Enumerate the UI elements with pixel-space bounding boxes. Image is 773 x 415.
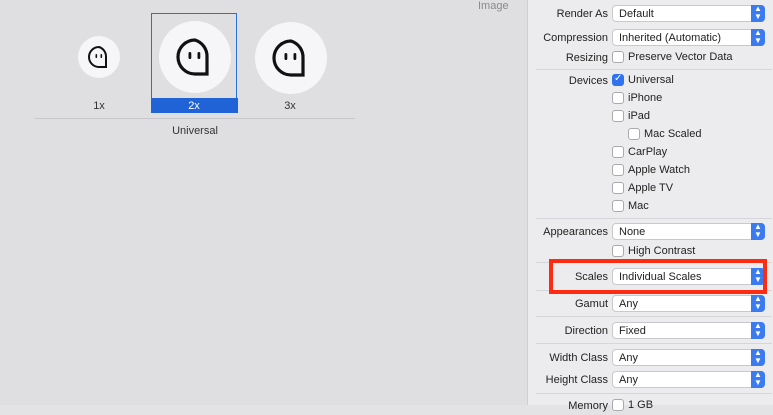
- up-down-chevron-icon: ▲ ▼: [751, 29, 765, 46]
- appearances-label: Appearances: [543, 226, 608, 238]
- direction-value: Fixed: [619, 325, 646, 337]
- attributes-inspector: Render As Default ▲ ▼ Compression Inherit…: [527, 0, 773, 412]
- device-label: Mac: [628, 200, 649, 212]
- render-as-row: Render As Default ▲ ▼: [528, 5, 773, 23]
- speech-bubble-face-icon: [88, 45, 107, 68]
- width-class-popup[interactable]: Any ▲ ▼: [612, 349, 765, 366]
- up-down-chevron-icon: ▲ ▼: [751, 371, 765, 388]
- compression-label: Compression: [543, 32, 608, 44]
- up-down-chevron-icon: ▲ ▼: [751, 223, 765, 240]
- height-class-value: Any: [619, 374, 638, 386]
- gamut-value: Any: [619, 298, 638, 310]
- section-divider: [536, 69, 772, 70]
- checkbox-box: [612, 164, 624, 176]
- devices-label: Devices: [568, 75, 608, 87]
- compression-value: Inherited (Automatic): [619, 32, 722, 44]
- render-as-value: Default: [619, 8, 654, 20]
- up-down-chevron-icon: ▲ ▼: [751, 349, 765, 366]
- image-set-caption: Universal: [172, 125, 218, 137]
- render-as-label: Render As: [556, 8, 608, 20]
- high-contrast-label: High Contrast: [628, 245, 696, 257]
- appearances-row: Appearances None ▲ ▼: [528, 223, 773, 241]
- checkbox-box: [612, 245, 624, 257]
- device-label: Universal: [628, 74, 674, 86]
- speech-bubble-face-icon: [272, 39, 305, 77]
- compression-popup[interactable]: Inherited (Automatic) ▲ ▼: [612, 29, 765, 46]
- checkbox-box: [612, 92, 624, 104]
- width-class-label: Width Class: [549, 352, 608, 364]
- direction-popup[interactable]: Fixed ▲ ▼: [612, 322, 765, 339]
- memory-label: Memory: [568, 400, 608, 412]
- checkmark-icon: [612, 73, 624, 86]
- resizing-label: Resizing: [565, 52, 608, 64]
- scale-label-2x: 2x: [188, 100, 200, 112]
- device-label: iPad: [628, 110, 651, 122]
- gamut-label: Gamut: [574, 298, 608, 310]
- height-class-popup[interactable]: Any ▲ ▼: [612, 371, 765, 388]
- device-label: Mac Scaled: [644, 128, 702, 140]
- image-slot-1x[interactable]: [78, 36, 120, 78]
- appearances-value: None: [619, 226, 646, 238]
- preserve-vector-data-label: Preserve Vector Data: [628, 51, 733, 63]
- scale-label-3x: 3x: [284, 100, 296, 112]
- up-down-chevron-icon: ▲ ▼: [751, 322, 765, 339]
- memory-1gb-label: 1 GB: [628, 399, 654, 411]
- direction-row: Direction Fixed ▲ ▼: [528, 322, 773, 340]
- checkbox-box: [612, 200, 624, 212]
- width-class-value: Any: [619, 352, 638, 364]
- device-label: Apple Watch: [628, 164, 690, 176]
- gamut-row: Gamut Any ▲ ▼: [528, 295, 773, 313]
- checkbox-box: [612, 146, 624, 158]
- direction-label: Direction: [564, 325, 608, 337]
- device-label: CarPlay: [628, 146, 668, 158]
- section-divider: [536, 343, 772, 344]
- asset-canvas: Image 1x 2x 3x Universal: [0, 0, 527, 405]
- scales-highlight-box: [549, 259, 767, 294]
- checkbox-box: [628, 128, 640, 140]
- up-down-chevron-icon: ▲ ▼: [751, 5, 765, 22]
- width-class-row: Width Class Any ▲ ▼: [528, 349, 773, 367]
- image-section-header: Image: [478, 0, 509, 12]
- compression-row: Compression Inherited (Automatic) ▲ ▼: [528, 29, 773, 47]
- height-class-label: Height Class: [545, 374, 608, 386]
- gamut-popup[interactable]: Any ▲ ▼: [612, 295, 765, 312]
- checkbox-box: [612, 182, 624, 194]
- checkbox-box: [612, 110, 624, 122]
- canvas-divider: [35, 118, 355, 119]
- scale-label-1x: 1x: [93, 100, 105, 112]
- section-divider: [536, 316, 772, 317]
- section-divider: [536, 393, 772, 394]
- up-down-chevron-icon: ▲ ▼: [751, 295, 765, 312]
- memory-row: Memory 1 GB: [528, 397, 773, 415]
- speech-bubble-face-icon: [176, 38, 209, 76]
- device-label: iPhone: [628, 92, 663, 104]
- checkbox-box: [612, 399, 624, 411]
- image-slot-3x[interactable]: [255, 22, 327, 94]
- section-divider: [536, 218, 772, 219]
- image-slot-2x[interactable]: [159, 21, 231, 93]
- resizing-row: Resizing Preserve Vector Data: [528, 49, 773, 67]
- device-label: Apple TV: [628, 182, 674, 194]
- render-as-popup[interactable]: Default ▲ ▼: [612, 5, 765, 22]
- appearances-popup[interactable]: None ▲ ▼: [612, 223, 765, 240]
- checkbox-box: [612, 51, 624, 63]
- height-class-row: Height Class Any ▲ ▼: [528, 371, 773, 389]
